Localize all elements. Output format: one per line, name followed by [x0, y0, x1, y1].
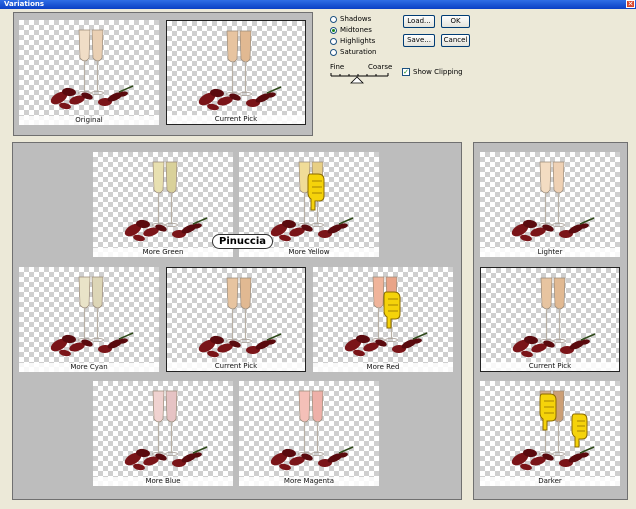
- thumb-original: Original: [19, 20, 159, 125]
- load-button[interactable]: Load...: [403, 15, 435, 28]
- thumb-caption: Current Pick: [481, 362, 619, 371]
- pointing-hand-icon: [539, 393, 557, 431]
- radio-highlights[interactable]: Highlights: [330, 37, 375, 45]
- thumb-caption: More Red: [313, 363, 453, 372]
- thumb-more-magenta[interactable]: More Magenta: [239, 381, 379, 486]
- champagne-glasses-image: [50, 29, 134, 110]
- radio-label: Shadows: [340, 15, 372, 23]
- champagne-glasses-image: [511, 161, 595, 242]
- thumb-caption: More Yellow: [239, 248, 379, 257]
- ok-button[interactable]: OK: [441, 15, 470, 28]
- radio-indicator: [330, 15, 337, 23]
- champagne-glasses-image: [512, 277, 596, 358]
- thumb-caption: Current Pick: [167, 362, 305, 371]
- champagne-glasses-image: [124, 161, 208, 242]
- champagne-glasses-image: [270, 390, 354, 471]
- champagne-glasses-image: [50, 276, 134, 357]
- radio-label: Highlights: [340, 37, 376, 45]
- fine-coarse-slider[interactable]: [328, 70, 394, 86]
- thumb-more-cyan[interactable]: More Cyan: [19, 267, 159, 372]
- thumb-lighter[interactable]: Lighter: [480, 152, 620, 257]
- save-button[interactable]: Save...: [403, 34, 435, 47]
- pointing-hand-icon: [571, 413, 588, 448]
- cancel-button[interactable]: Cancel: [441, 34, 470, 47]
- thumb-color-current-pick: Current Pick: [166, 267, 306, 372]
- thumb-caption: More Magenta: [239, 477, 379, 486]
- radio-midtones[interactable]: Midtones: [330, 26, 372, 34]
- window-titlebar: Variations ✕: [0, 0, 636, 9]
- window-title: Variations: [4, 0, 45, 8]
- thumb-caption: More Green: [93, 248, 233, 257]
- radio-shadows[interactable]: Shadows: [330, 15, 371, 23]
- checkbox-check-icon: ✓: [402, 68, 410, 76]
- champagne-glasses-image: [124, 390, 208, 471]
- radio-indicator: [330, 26, 337, 34]
- radio-indicator: [330, 48, 337, 56]
- thumb-caption: Darker: [480, 477, 620, 486]
- close-button[interactable]: ✕: [626, 0, 635, 8]
- radio-saturation[interactable]: Saturation: [330, 48, 377, 56]
- thumb-more-blue[interactable]: More Blue: [93, 381, 233, 486]
- thumb-caption: Current Pick: [167, 115, 305, 124]
- thumb-caption: More Cyan: [19, 363, 159, 372]
- show-clipping-checkbox[interactable]: ✓ Show Clipping: [402, 68, 463, 76]
- radio-indicator: [330, 37, 337, 45]
- thumb-top-current-pick: Current Pick: [166, 20, 306, 125]
- thumb-caption: Original: [19, 116, 159, 125]
- pointing-hand-icon: [307, 173, 325, 211]
- show-clipping-label: Show Clipping: [413, 68, 463, 76]
- champagne-glasses-image: [198, 30, 282, 111]
- pointing-hand-icon: [383, 291, 401, 329]
- thumb-brightness-current-pick: Current Pick: [480, 267, 620, 372]
- slider-thumb-icon: [350, 76, 364, 84]
- thumb-caption: Lighter: [480, 248, 620, 257]
- radio-label: Midtones: [340, 26, 372, 34]
- champagne-glasses-image: [198, 277, 282, 358]
- pinuccia-watermark: Pinuccia: [212, 234, 274, 249]
- thumb-caption: More Blue: [93, 477, 233, 486]
- radio-label: Saturation: [340, 48, 377, 56]
